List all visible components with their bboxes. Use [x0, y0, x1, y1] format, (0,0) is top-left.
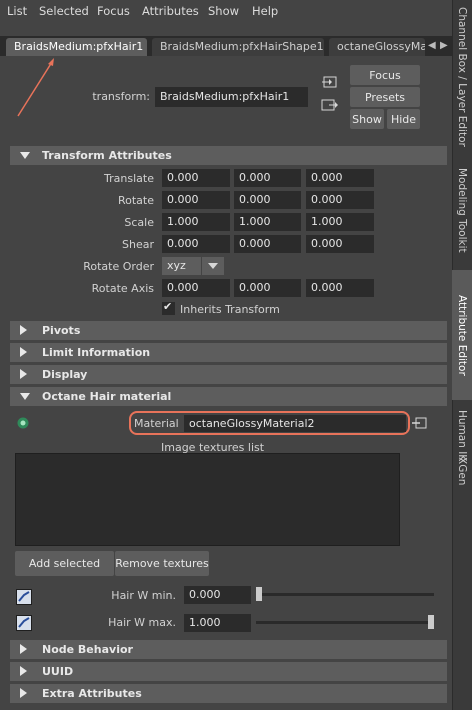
- load-input-icon[interactable]: [321, 74, 339, 90]
- hair-w-min-slider-handle[interactable]: [256, 587, 262, 601]
- section-extra-attributes[interactable]: Extra Attributes: [10, 684, 447, 703]
- section-title: Octane Hair material: [42, 390, 172, 403]
- load-output-icon[interactable]: [321, 97, 339, 113]
- hair-w-max-field[interactable]: 1.000: [184, 614, 251, 632]
- expand-triangle-icon: [20, 347, 27, 357]
- hair-w-max-label: Hair W max.: [108, 616, 176, 629]
- menu-focus[interactable]: Focus: [97, 4, 130, 18]
- section-uuid[interactable]: UUID: [10, 662, 447, 681]
- transform-label: transform:: [92, 90, 150, 103]
- scale-x-field[interactable]: 1.000: [162, 213, 230, 231]
- checkmark-icon: ✔: [163, 300, 173, 313]
- collapse-triangle-icon: [20, 152, 30, 159]
- rotate-y-field[interactable]: 0.000: [234, 191, 301, 209]
- rotate-z-field[interactable]: 0.000: [306, 191, 374, 209]
- hair-w-min-field[interactable]: 0.000: [184, 586, 251, 604]
- tab-shape[interactable]: BraidsMedium:pfxHairShape1: [152, 38, 324, 56]
- section-title: UUID: [42, 665, 74, 678]
- shear-y-field[interactable]: 0.000: [234, 235, 301, 253]
- menu-selected[interactable]: Selected: [39, 4, 89, 18]
- menu-help[interactable]: Help: [252, 4, 278, 18]
- shear-z-field[interactable]: 0.000: [306, 235, 374, 253]
- section-display[interactable]: Display: [10, 365, 447, 384]
- rotate-order-dropdown[interactable]: [202, 257, 224, 275]
- section-octane-hair-material[interactable]: Octane Hair material: [10, 387, 447, 406]
- section-title: Node Behavior: [42, 643, 133, 656]
- section-title: Limit Information: [42, 346, 151, 359]
- rotate-order-select[interactable]: xyz: [162, 257, 201, 275]
- show-button[interactable]: Show: [350, 109, 384, 129]
- scale-z-field[interactable]: 1.000: [306, 213, 374, 231]
- menu-show[interactable]: Show: [208, 4, 239, 18]
- material-link-icon[interactable]: [412, 416, 428, 430]
- octane-icon: [17, 417, 29, 429]
- section-node-behavior[interactable]: Node Behavior: [10, 640, 447, 659]
- scale-y-field[interactable]: 1.000: [234, 213, 301, 231]
- shear-x-field[interactable]: 0.000: [162, 235, 230, 253]
- expand-triangle-icon: [20, 369, 27, 379]
- shear-label: Shear: [122, 238, 154, 251]
- scale-label: Scale: [124, 216, 154, 229]
- collapse-triangle-icon: [20, 393, 30, 400]
- translate-x-field[interactable]: 0.000: [162, 169, 230, 187]
- tab-scroll-right-icon[interactable]: ▶: [440, 40, 448, 51]
- material-label: Material: [134, 417, 179, 430]
- transform-name-field[interactable]: BraidsMedium:pfxHair1: [155, 87, 308, 107]
- side-tab-xgen[interactable]: XGen: [452, 452, 472, 490]
- expand-triangle-icon: [20, 666, 27, 676]
- side-tab-attribute-editor[interactable]: Attribute Editor: [452, 270, 472, 400]
- hide-button[interactable]: Hide: [387, 109, 420, 129]
- section-pivots[interactable]: Pivots: [10, 321, 447, 340]
- section-transform-attributes[interactable]: Transform Attributes: [10, 146, 447, 165]
- add-selected-button[interactable]: Add selected: [15, 551, 114, 576]
- rotate-x-field[interactable]: 0.000: [162, 191, 230, 209]
- expand-triangle-icon: [20, 688, 27, 698]
- textures-list[interactable]: [15, 453, 400, 546]
- rotate-axis-z-field[interactable]: 0.000: [306, 279, 374, 297]
- presets-button[interactable]: Presets: [350, 87, 420, 107]
- annotation-arrow-icon: [17, 58, 54, 117]
- tab-scroll-left-icon[interactable]: ◀: [428, 40, 436, 51]
- side-tab-modeling-toolkit[interactable]: Modeling Toolkit: [452, 160, 472, 260]
- translate-z-field[interactable]: 0.000: [306, 169, 374, 187]
- menu-bar: List Selected Focus Attributes Show Help: [0, 0, 452, 22]
- graph-edit-icon[interactable]: [16, 589, 32, 605]
- inherits-transform-label: Inherits Transform: [180, 303, 280, 316]
- rotate-order-label: Rotate Order: [83, 260, 154, 273]
- rotate-label: Rotate: [117, 194, 154, 207]
- section-limit-information[interactable]: Limit Information: [10, 343, 447, 362]
- rotate-axis-label: Rotate Axis: [91, 282, 154, 295]
- side-tab-channel-box[interactable]: Channel Box / Layer Editor: [452, 2, 472, 152]
- graph-edit-icon[interactable]: [16, 615, 32, 631]
- hair-w-max-slider-handle[interactable]: [428, 615, 434, 629]
- expand-triangle-icon: [20, 644, 27, 654]
- menu-list[interactable]: List: [7, 4, 27, 18]
- hair-w-min-slider[interactable]: [256, 593, 434, 596]
- hair-w-min-label: Hair W min.: [111, 589, 176, 602]
- remove-textures-button[interactable]: Remove textures: [115, 551, 209, 576]
- section-title: Transform Attributes: [42, 149, 172, 162]
- hair-w-max-slider[interactable]: [256, 621, 434, 624]
- focus-button[interactable]: Focus: [350, 65, 420, 85]
- rotate-axis-y-field[interactable]: 0.000: [234, 279, 301, 297]
- material-field[interactable]: octaneGlossyMaterial2: [184, 415, 406, 432]
- menu-attributes[interactable]: Attributes: [142, 4, 199, 18]
- translate-y-field[interactable]: 0.000: [234, 169, 301, 187]
- rotate-axis-x-field[interactable]: 0.000: [162, 279, 230, 297]
- section-title: Extra Attributes: [42, 687, 142, 700]
- inherits-transform-checkbox[interactable]: ✔: [162, 300, 175, 315]
- section-title: Display: [42, 368, 88, 381]
- tab-material[interactable]: octaneGlossyMa: [329, 38, 425, 56]
- section-title: Pivots: [42, 324, 81, 337]
- translate-label: Translate: [104, 172, 154, 185]
- expand-triangle-icon: [20, 325, 27, 335]
- chevron-down-icon: [208, 263, 218, 269]
